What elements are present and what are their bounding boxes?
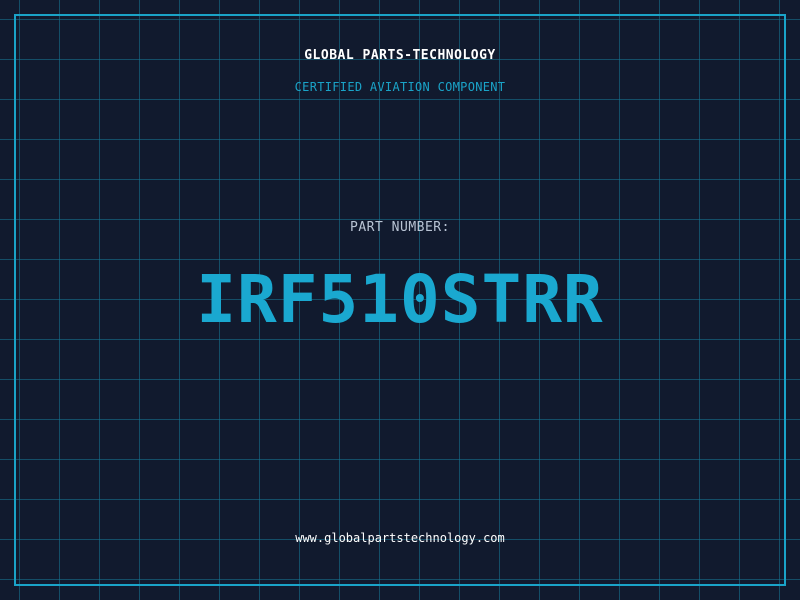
certificate-page: GLOBAL PARTS-TECHNOLOGY CERTIFIED AVIATI… [0, 0, 800, 600]
website-url[interactable]: www.globalpartstechnology.com [0, 531, 800, 545]
part-number-label: PART NUMBER: [350, 220, 450, 235]
part-number-value: IRF510STRR [196, 261, 604, 338]
certification-tagline: CERTIFIED AVIATION COMPONENT [294, 80, 506, 94]
company-name: GLOBAL PARTS-TECHNOLOGY [304, 48, 496, 63]
